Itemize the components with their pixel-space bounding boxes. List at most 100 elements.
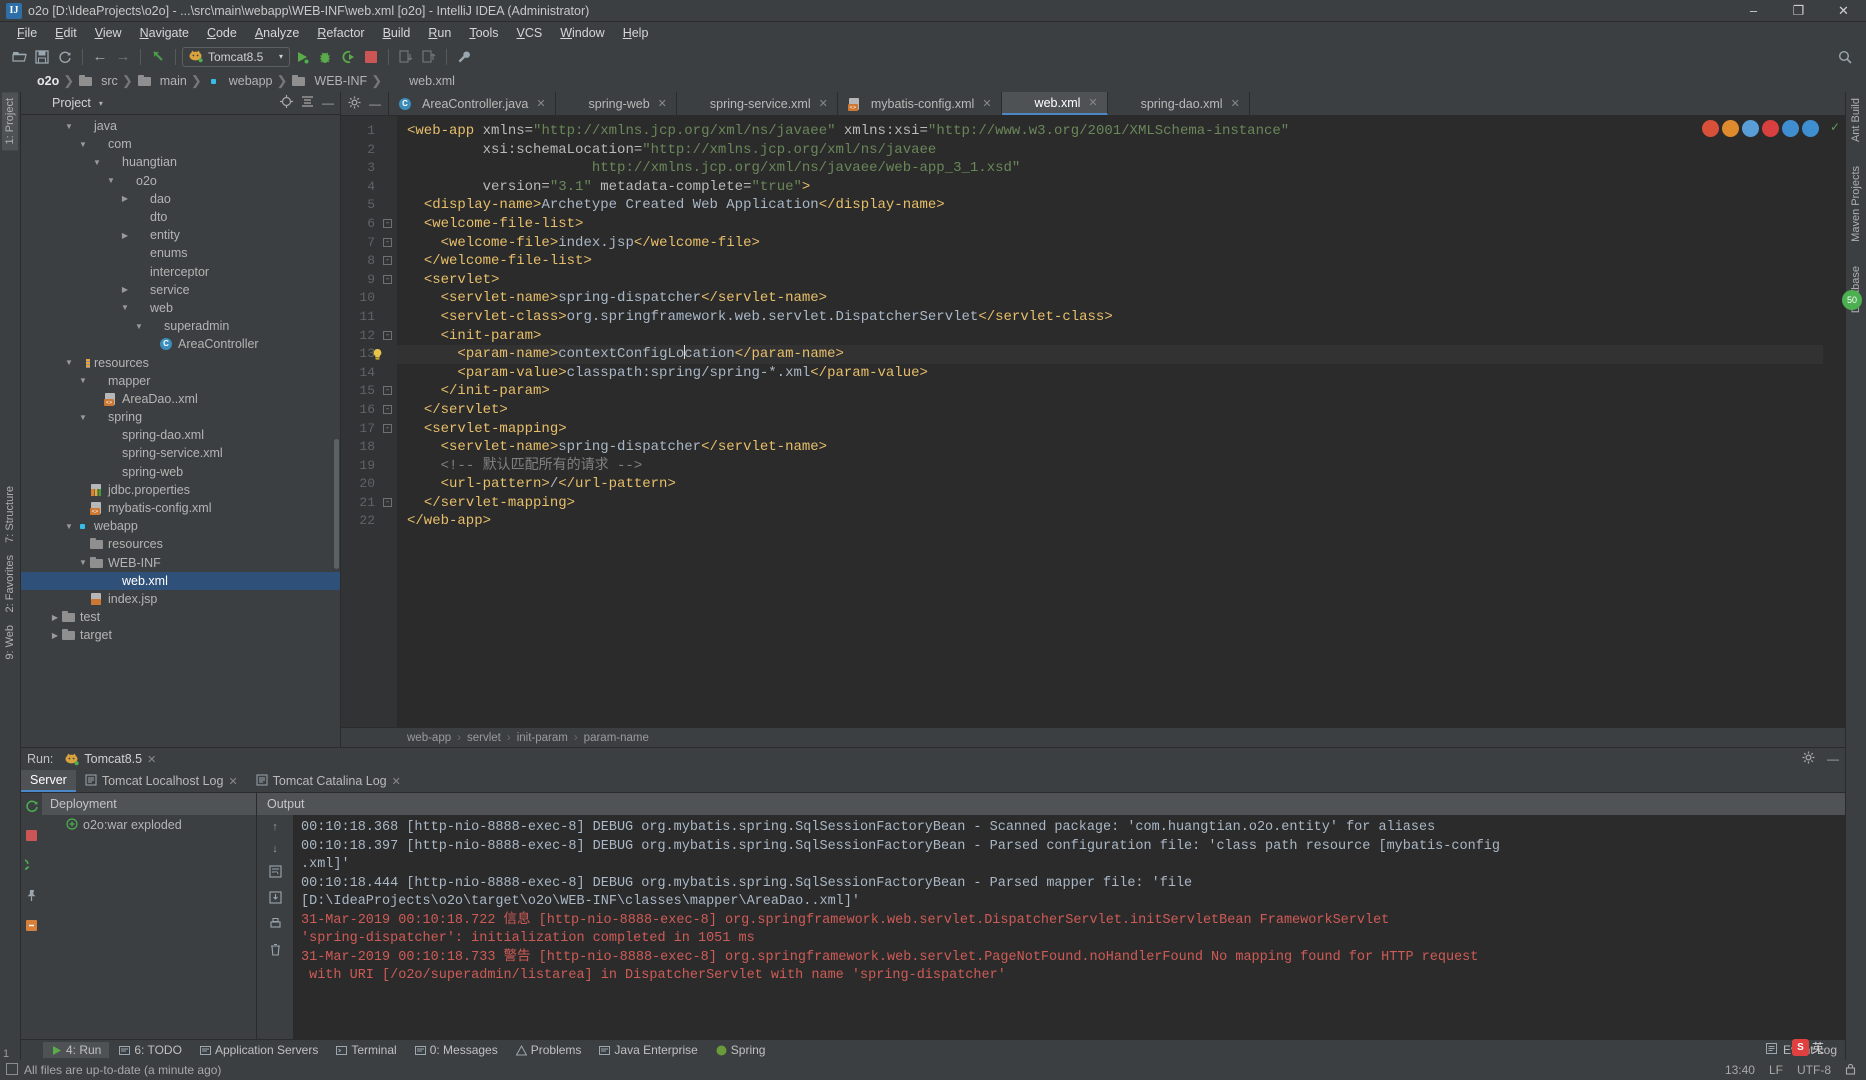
maximize-button[interactable]: ❐ <box>1776 0 1821 21</box>
tree-node-dto[interactable]: dto <box>21 208 340 226</box>
editor-gutter[interactable]: 1 2 3 4 5 6 7 8 9 10 11 12 13 14 15 16 17 18 19 20 21 22- - - - -… <box>341 116 397 727</box>
hide-run-window-icon[interactable]: — <box>1827 752 1839 766</box>
run-configuration-selector[interactable]: Tomcat8.5 ▾ <box>182 46 290 67</box>
tree-node-com[interactable]: ▼ com <box>21 135 340 153</box>
close-icon[interactable]: ✕ <box>1231 97 1240 110</box>
ie-icon[interactable] <box>1802 120 1819 137</box>
safari-icon[interactable] <box>1762 120 1779 137</box>
scrollbar-thumb[interactable] <box>334 439 339 569</box>
coverage-icon[interactable] <box>337 46 359 68</box>
chevron-right-icon[interactable]: ▶ <box>119 285 131 294</box>
menu-item-vcs[interactable]: VCS <box>508 24 552 42</box>
code-fold-toggle[interactable]: - <box>383 256 392 266</box>
breadcrumb-item-web-xml[interactable]: web.xml <box>386 74 459 88</box>
save-icon[interactable] <box>31 46 53 68</box>
code-line-7[interactable]: <welcome-file>index.jsp</welcome-file> <box>397 234 1823 253</box>
debug-bug-icon[interactable] <box>314 46 336 68</box>
code-line-19[interactable]: <!-- 默认匹配所有的请求 --> <box>397 457 1823 476</box>
chevron-right-icon[interactable]: ▶ <box>49 631 61 640</box>
soft-wrap-icon[interactable] <box>268 865 282 881</box>
ime-indicator[interactable]: S 英 <box>1791 1039 1824 1056</box>
wrench-icon[interactable] <box>453 46 475 68</box>
chevron-down-icon[interactable]: ▼ <box>63 522 75 531</box>
code-line-4[interactable]: version="3.1" metadata-complete="true"> <box>397 178 1823 197</box>
editor-breadcrumb-web-app[interactable]: web-app <box>407 732 451 744</box>
close-run-icon[interactable] <box>25 919 38 935</box>
tree-node-java[interactable]: ▼ java <box>21 117 340 135</box>
close-icon[interactable]: ✕ <box>982 97 991 110</box>
close-icon[interactable]: ✕ <box>1088 96 1097 109</box>
editor-tab-spring-web[interactable]: spring-web ✕ <box>556 92 677 115</box>
code-line-6[interactable]: <welcome-file-list> <box>397 215 1823 234</box>
code-line-12[interactable]: <init-param> <box>397 327 1823 346</box>
bottom-tab-6-todo[interactable]: 6: TODO <box>111 1042 190 1058</box>
menu-item-file[interactable]: File <box>8 24 46 42</box>
code-fold-toggle[interactable]: - <box>383 274 392 284</box>
stop-icon[interactable] <box>360 46 382 68</box>
trash-icon[interactable] <box>269 943 282 959</box>
code-line-16[interactable]: </servlet> <box>397 401 1823 420</box>
code-line-14[interactable]: <param-value>classpath:spring/spring-*.x… <box>397 364 1823 383</box>
bottom-tab-4-run[interactable]: 4: Run <box>43 1042 110 1058</box>
menu-item-run[interactable]: Run <box>419 24 460 42</box>
tree-node-web-inf[interactable]: ▼ WEB-INF <box>21 554 340 572</box>
tree-node-index-jsp[interactable]: index.jsp <box>21 590 340 608</box>
editor-breadcrumb-servlet[interactable]: servlet <box>467 732 501 744</box>
menu-item-refactor[interactable]: Refactor <box>308 24 373 42</box>
chevron-right-icon[interactable]: ▶ <box>49 613 61 622</box>
tree-node-areacontroller[interactable]: AreaController <box>21 335 340 353</box>
left-tool-tab-2-favorites[interactable]: 2: Favorites <box>2 549 18 618</box>
floating-badge-icon[interactable]: 50 <box>1842 290 1862 310</box>
gear-icon[interactable] <box>1802 751 1815 767</box>
run-tab-tomcat-catalina-log[interactable]: Tomcat Catalina Log ✕ <box>247 770 410 792</box>
tree-node-o2o[interactable]: ▼ o2o <box>21 172 340 190</box>
edge-icon[interactable] <box>1782 120 1799 137</box>
tree-node-target[interactable]: ▶ target <box>21 626 340 644</box>
magnifier-icon[interactable] <box>1834 46 1856 68</box>
tree-node-webapp[interactable]: ▼ webapp <box>21 517 340 535</box>
tree-node-spring[interactable]: ▼ spring <box>21 408 340 426</box>
tree-node-huangtian[interactable]: ▼ huangtian <box>21 153 340 171</box>
export-icon[interactable] <box>268 891 282 907</box>
run-tab-tomcat-localhost-log[interactable]: Tomcat Localhost Log ✕ <box>76 770 247 792</box>
menu-item-navigate[interactable]: Navigate <box>131 24 198 42</box>
deploy-icon[interactable] <box>418 46 440 68</box>
code-line-21[interactable]: </servlet-mapping> <box>397 494 1823 513</box>
tree-node-jdbc-properties[interactable]: jdbc.properties <box>21 481 340 499</box>
project-tree[interactable]: ▼ java ▼ com ▼ huangtian ▼ o2o ▶ dao dto ▶ entity enu… <box>21 115 340 747</box>
editor-tab-spring-service-xml[interactable]: spring-service.xml ✕ <box>677 92 838 115</box>
close-button[interactable]: ✕ <box>1821 0 1866 21</box>
intention-bulb-icon[interactable] <box>371 348 384 361</box>
code-line-18[interactable]: <servlet-name>spring-dispatcher</servlet… <box>397 438 1823 457</box>
editor-tab-areacontroller-java[interactable]: AreaController.java ✕ <box>389 92 556 115</box>
scroll-up-icon[interactable]: ↑ <box>272 821 278 833</box>
code-fold-toggle[interactable]: - <box>383 386 392 396</box>
menu-item-window[interactable]: Window <box>551 24 613 42</box>
chevron-down-icon[interactable]: ▼ <box>77 376 89 385</box>
scroll-down-icon[interactable]: ↓ <box>272 843 278 855</box>
lock-icon[interactable] <box>1845 1063 1856 1078</box>
code-line-10[interactable]: <servlet-name>spring-dispatcher</servlet… <box>397 289 1823 308</box>
chevron-down-icon[interactable]: ▼ <box>77 558 89 567</box>
right-tool-tab-ant-build[interactable]: Ant Build <box>1848 92 1864 148</box>
print-icon[interactable] <box>269 917 282 933</box>
tree-node-spring-service-xml[interactable]: spring-service.xml <box>21 444 340 462</box>
hide-panel-icon[interactable]: — <box>322 96 334 110</box>
code-line-11[interactable]: <servlet-class>org.springframework.web.s… <box>397 308 1823 327</box>
code-line-17[interactable]: <servlet-mapping> <box>397 420 1823 439</box>
menu-item-analyze[interactable]: Analyze <box>246 24 308 42</box>
close-icon[interactable]: ✕ <box>819 97 828 110</box>
tree-node-areadao-xml[interactable]: AreaDao..xml <box>21 390 340 408</box>
editor-tab-web-xml[interactable]: web.xml ✕ <box>1001 92 1108 115</box>
bottom-tab-terminal[interactable]: Terminal <box>328 1042 404 1058</box>
code-line-1[interactable]: <web-app xmlns="http://xmlns.jcp.org/xml… <box>397 122 1823 141</box>
left-tool-tab-1-project[interactable]: 1: Project <box>2 92 18 151</box>
close-icon[interactable]: ✕ <box>228 775 237 788</box>
stop-square-icon[interactable] <box>26 830 37 844</box>
tree-node-entity[interactable]: ▶ entity <box>21 226 340 244</box>
minimize-button[interactable]: – <box>1731 0 1776 21</box>
run-config-chip[interactable]: Tomcat8.5 ✕ <box>59 752 162 766</box>
code-line-5[interactable]: <display-name>Archetype Created Web Appl… <box>397 196 1823 215</box>
tree-node-web-xml[interactable]: web.xml <box>21 571 340 590</box>
run-tab-server[interactable]: Server <box>21 770 76 792</box>
